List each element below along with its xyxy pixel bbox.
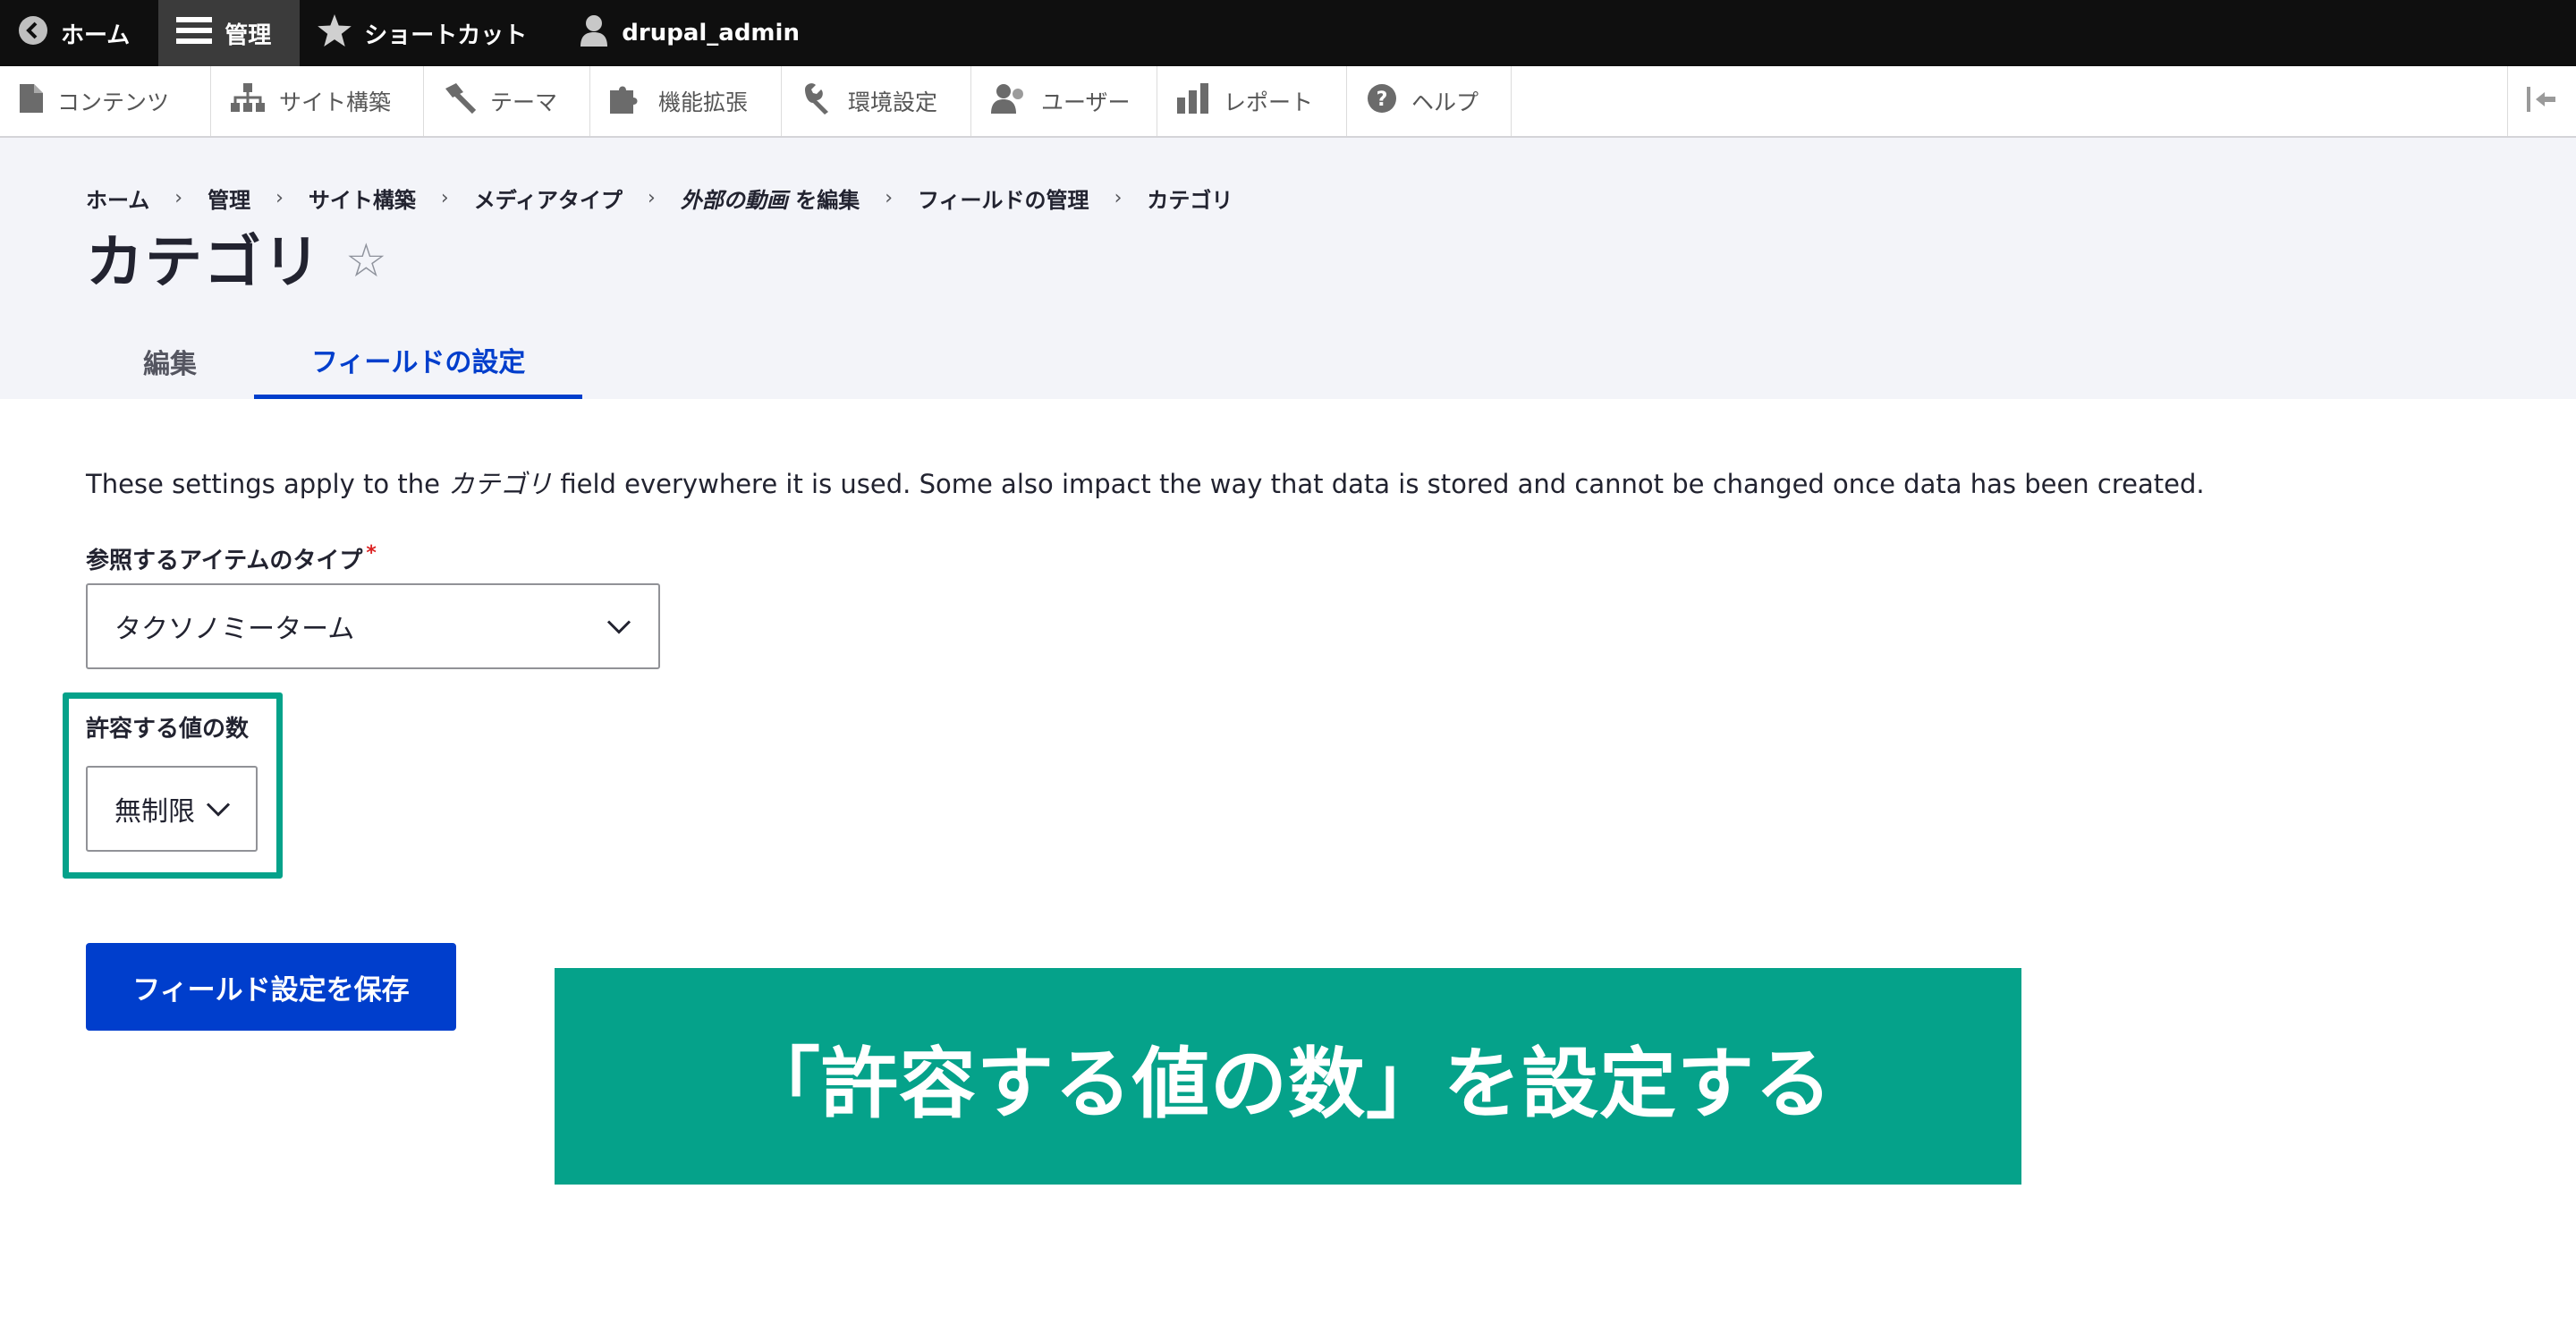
wrench-icon	[801, 82, 834, 120]
breadcrumb-link[interactable]: カテゴリ	[1147, 183, 1233, 214]
tray-item-label: レポート	[1224, 89, 1314, 115]
description-before: These settings apply to the	[86, 469, 449, 499]
admin-toolbar: ホーム 管理 ショートカット drupal_admin	[0, 0, 2576, 66]
cardinality-selected-value: 無制限	[114, 796, 195, 828]
tray-item-help[interactable]: ? ヘルプ	[1347, 66, 1512, 136]
tray-item-people[interactable]: ユーザー	[971, 66, 1157, 136]
breadcrumb-separator: ›	[275, 187, 284, 209]
tray-item-content[interactable]: コンテンツ	[0, 66, 211, 136]
tray-item-label: コンテンツ	[57, 89, 170, 115]
paintbrush-icon	[444, 83, 477, 119]
field-settings-description: These settings apply to the カテゴリ field e…	[86, 463, 2205, 501]
toolbar-home-label: ホーム	[61, 21, 131, 49]
help-icon: ?	[1367, 83, 1397, 119]
tray-item-reports[interactable]: レポート	[1157, 66, 1347, 136]
collapse-left-icon	[2527, 87, 2557, 115]
page-title: カテゴリ	[86, 230, 322, 296]
svg-text:?: ?	[1377, 89, 1388, 111]
tray-item-label: 機能拡張	[658, 89, 749, 115]
star-icon	[318, 13, 352, 53]
breadcrumb-separator: ›	[648, 187, 656, 209]
toolbar-user-label: drupal_admin	[622, 20, 800, 47]
breadcrumb-link[interactable]: ホーム	[86, 183, 149, 214]
breadcrumb-link[interactable]: メディアタイプ	[474, 183, 623, 214]
local-tasks-tabs: 編集 フィールドの設定	[86, 324, 583, 399]
breadcrumb-separator: ›	[1114, 187, 1123, 209]
required-marker: *	[366, 542, 377, 565]
title-row: カテゴリ ☆	[86, 217, 387, 299]
description-field-name: カテゴリ	[448, 469, 553, 499]
annotation-callout: 「許容する値の数」を設定する	[555, 968, 2021, 1185]
tray-item-label: ユーザー	[1041, 89, 1131, 115]
tray-item-structure[interactable]: サイト構築	[211, 66, 424, 136]
sitemap-icon	[231, 83, 265, 119]
breadcrumb-link[interactable]: フィールドの管理	[918, 183, 1089, 214]
people-icon	[991, 83, 1027, 119]
toolbar-shortcuts-label: ショートカット	[364, 21, 528, 49]
chevron-down-icon	[606, 611, 631, 642]
target-type-label: 参照するアイテムのタイプ *	[86, 542, 377, 575]
breadcrumb-media-type-name: 外部の動画	[680, 188, 788, 213]
breadcrumb: ホーム › 管理 › サイト構築 › メディアタイプ › 外部の動画 を編集 ›…	[86, 183, 1233, 214]
user-icon	[579, 14, 609, 53]
tray-item-label: サイト構築	[279, 89, 392, 115]
breadcrumb-link-edit[interactable]: 外部の動画 を編集	[681, 183, 860, 214]
page-header: ホーム › 管理 › サイト構築 › メディアタイプ › 外部の動画 を編集 ›…	[0, 138, 2576, 399]
breadcrumb-link[interactable]: サイト構築	[309, 183, 416, 214]
breadcrumb-separator: ›	[174, 187, 183, 209]
tray-item-configuration[interactable]: 環境設定	[782, 66, 971, 136]
back-arrow-icon	[18, 15, 48, 52]
save-field-settings-button[interactable]: フィールド設定を保存	[86, 943, 456, 1031]
tab-edit[interactable]: 編集	[86, 324, 254, 399]
cardinality-label: 許容する値の数	[86, 716, 250, 743]
admin-menu-tray: コンテンツ サイト構築 テーマ 機能拡張 環境設定 ユーザー レポート ? ヘル…	[0, 66, 2576, 138]
tab-field-settings[interactable]: フィールドの設定	[254, 324, 583, 399]
toolbar-shortcuts-tab[interactable]: ショートカット	[300, 0, 555, 66]
favorite-star-icon[interactable]: ☆	[345, 238, 387, 285]
target-type-label-text: 参照するアイテムのタイプ	[86, 548, 363, 574]
target-type-select[interactable]: タクソノミーターム	[86, 583, 660, 669]
breadcrumb-edit-suffix: を編集	[795, 188, 860, 213]
breadcrumb-separator: ›	[440, 187, 449, 209]
tray-item-label: ヘルプ	[1411, 89, 1479, 115]
toolbar-manage-tab[interactable]: 管理	[158, 0, 301, 66]
tray-item-label: テーマ	[490, 89, 558, 115]
toolbar-manage-label: 管理	[225, 21, 272, 49]
tray-orientation-toggle[interactable]	[2507, 66, 2576, 136]
cardinality-select[interactable]: 無制限	[86, 766, 258, 852]
description-after: field everywhere it is used. Some also i…	[552, 469, 2205, 499]
puzzle-icon	[610, 83, 644, 119]
bar-chart-icon	[1177, 83, 1209, 119]
tray-item-label: 環境設定	[848, 89, 938, 115]
chevron-down-icon	[206, 794, 231, 825]
breadcrumb-link[interactable]: 管理	[208, 183, 250, 214]
file-icon	[20, 84, 43, 118]
tray-item-appearance[interactable]: テーマ	[424, 66, 590, 136]
breadcrumb-separator: ›	[885, 187, 894, 209]
tray-item-extend[interactable]: 機能拡張	[590, 66, 782, 136]
toolbar-user-tab[interactable]: drupal_admin	[555, 0, 828, 66]
hamburger-icon	[176, 15, 213, 52]
target-type-selected-value: タクソノミーターム	[114, 614, 355, 645]
toolbar-home-link[interactable]: ホーム	[0, 0, 158, 66]
